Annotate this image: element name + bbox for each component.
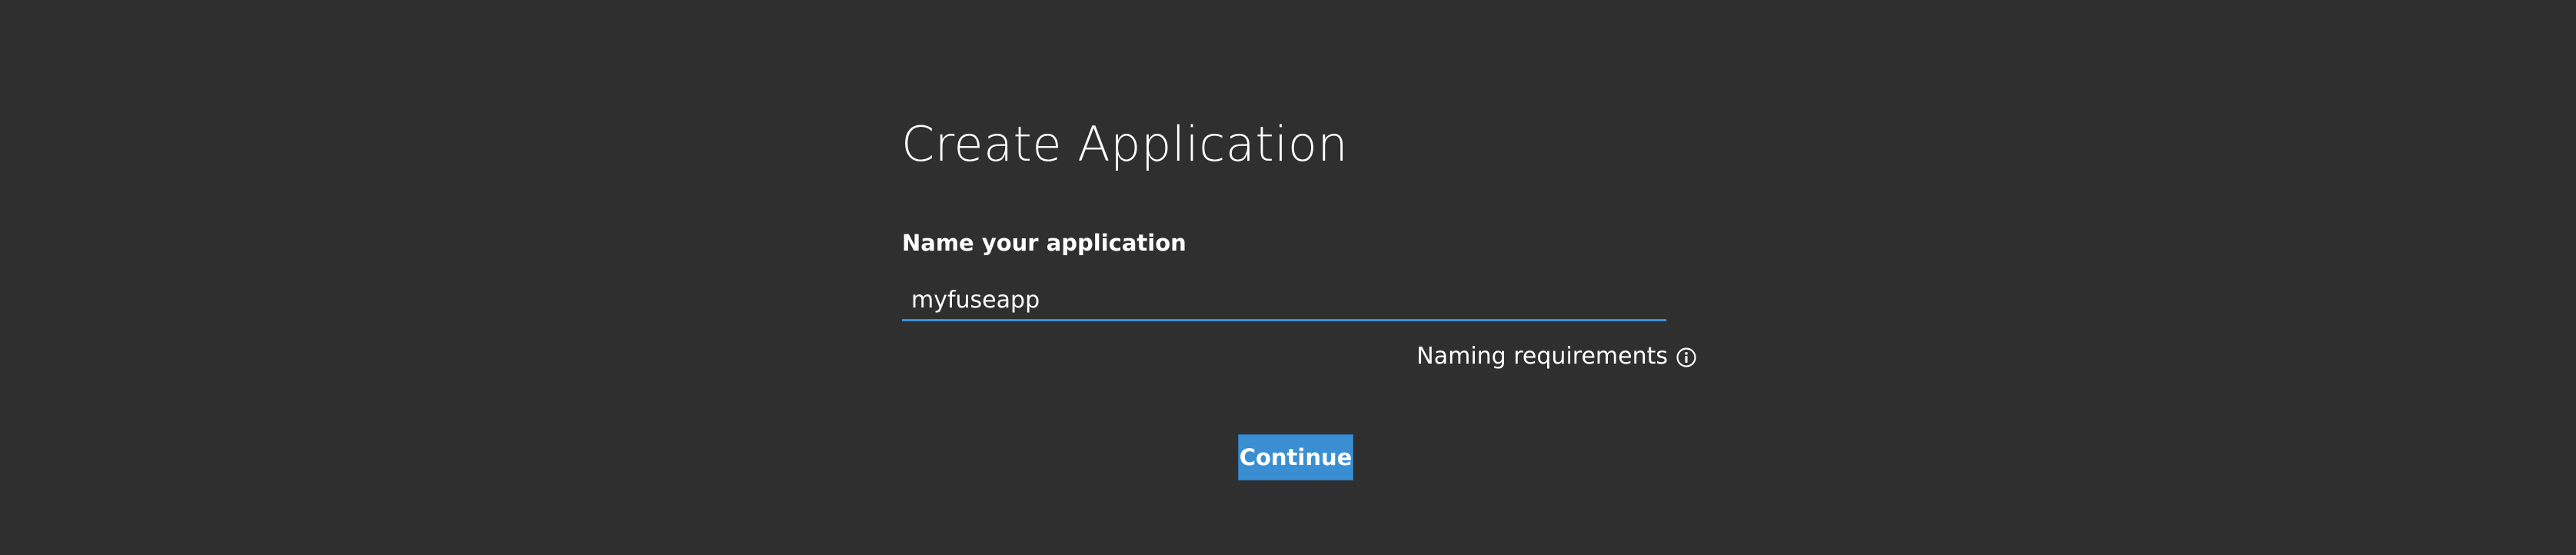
continue-button[interactable]: Continue xyxy=(1238,434,1353,480)
application-name-label: Name your application xyxy=(902,230,1186,256)
create-application-page: Create Application Name your application… xyxy=(0,0,2576,555)
page-title: Create Application xyxy=(901,116,1349,172)
application-name-input[interactable] xyxy=(902,281,1666,321)
naming-requirements-label: Naming requirements xyxy=(1416,343,1668,370)
naming-requirements-link[interactable]: Naming requirements xyxy=(1416,341,1697,372)
info-icon[interactable] xyxy=(1676,346,1697,367)
